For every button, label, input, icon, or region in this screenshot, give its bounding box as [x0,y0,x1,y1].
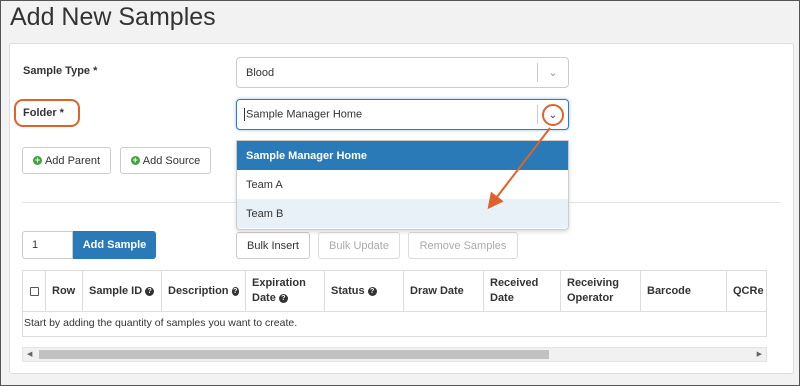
plus-circle-icon: + [32,155,42,165]
column-header-barcode[interactable]: Barcode [641,271,727,311]
scroll-right-icon[interactable]: ▶ [757,350,762,358]
dropdown-option[interactable]: Team A [237,170,568,199]
column-header-qcre[interactable]: QCRe [727,271,766,311]
quantity-input[interactable]: 1 [22,231,73,259]
folder-value-text: Sample Manager Home [246,108,363,121]
column-header-status[interactable]: Status? [325,271,404,311]
horizontal-scrollbar[interactable]: ◀ ▶ [22,347,767,362]
folder-select[interactable]: Sample Manager Home [236,99,569,130]
plus-circle-icon: + [130,155,140,165]
samples-grid: Row Sample ID? Description? Expiration D… [22,270,767,337]
column-header-received-date[interactable]: Received Date [484,271,561,311]
remove-samples-button[interactable]: Remove Samples [408,232,518,259]
column-header-sample-id[interactable]: Sample ID? [83,271,162,311]
folder-label: Folder * [23,107,64,119]
help-icon[interactable]: ? [145,286,155,296]
folder-chevron-down-icon[interactable]: ⌄ [542,104,564,126]
column-header-expiration-date[interactable]: Expiration Date? [246,271,325,311]
help-icon[interactable]: ? [367,286,377,296]
chevron-down-icon[interactable]: ⌄ [538,66,568,79]
help-icon[interactable]: ? [231,286,239,296]
dropdown-option[interactable]: Team B [237,199,568,228]
add-parent-button[interactable]: + Add Parent [22,147,111,174]
text-caret [244,108,245,121]
column-header-draw-date[interactable]: Draw Date [404,271,484,311]
add-source-button[interactable]: + Add Source [120,147,211,174]
bulk-update-button[interactable]: Bulk Update [318,232,400,259]
select-all-header [23,271,46,311]
grid-header: Row Sample ID? Description? Expiration D… [23,271,766,312]
sample-type-select[interactable]: Blood ⌄ [236,57,569,88]
column-header-description[interactable]: Description? [162,271,246,311]
folder-value: Sample Manager Home [237,108,537,121]
add-sample-button[interactable]: Add Sample [73,231,156,259]
select-separator [537,105,538,124]
bulk-insert-button[interactable]: Bulk Insert [236,232,310,259]
page-title: Add New Samples [10,3,216,31]
scrollbar-thumb[interactable] [39,350,549,359]
add-source-label: Add Source [142,154,201,167]
scroll-left-icon[interactable]: ◀ [27,350,32,358]
expiration-date-label: Expiration Date? [252,277,306,304]
help-icon[interactable]: ? [278,293,288,303]
folder-dropdown-menu: Sample Manager Home Team A Team B [236,140,569,230]
grid-empty-message: Start by adding the quantity of samples … [24,317,298,329]
sample-type-value: Blood [246,66,275,79]
dropdown-option[interactable]: Sample Manager Home [237,141,568,170]
sample-type-label: Sample Type * [23,65,98,77]
column-header-row[interactable]: Row [46,271,83,311]
select-all-checkbox[interactable] [29,286,39,296]
column-header-receiving-operator[interactable]: Receiving Operator [561,271,641,311]
add-parent-label: Add Parent [44,154,101,167]
